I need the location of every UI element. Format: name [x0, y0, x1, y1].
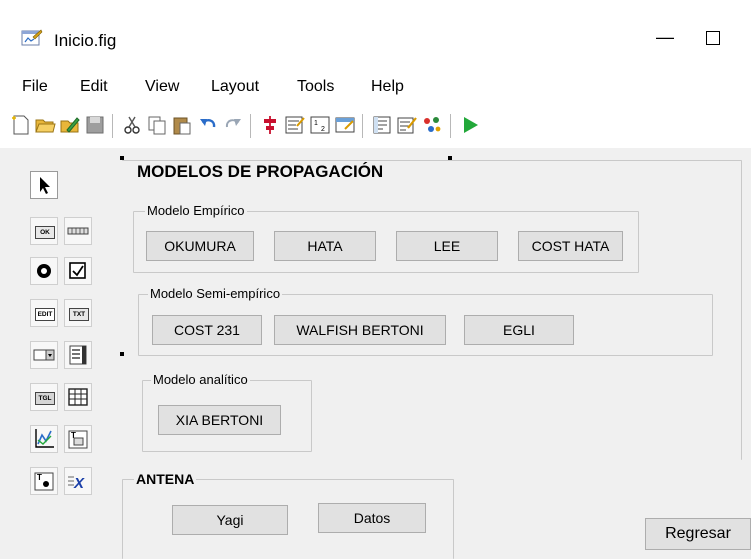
regresar-button[interactable]: Regresar — [645, 518, 751, 550]
cut-icon[interactable] — [121, 114, 143, 136]
maximize-icon — [706, 31, 720, 45]
menu-view[interactable]: View — [145, 78, 179, 96]
toolbar-separator — [112, 114, 113, 138]
editor-icon[interactable] — [371, 114, 393, 136]
menu-editor-icon[interactable] — [284, 114, 306, 136]
svg-text:X: X — [73, 475, 85, 492]
minimize-button[interactable]: — — [645, 22, 685, 52]
axes-tool-icon[interactable] — [30, 425, 58, 453]
popup-menu-tool-icon[interactable] — [30, 341, 58, 369]
walfish-bertoni-button[interactable]: WALFISH BERTONI — [274, 315, 446, 345]
toggle-button-tool-label: TGL — [35, 392, 55, 405]
edit-text-tool-label: EDIT — [35, 308, 55, 321]
checkbox-tool-icon[interactable] — [64, 257, 92, 285]
panel-tool-icon[interactable]: T — [64, 425, 92, 453]
selection-handle[interactable] — [120, 352, 124, 356]
undo-icon[interactable] — [197, 114, 219, 136]
hata-button[interactable]: HATA — [274, 231, 376, 261]
open-editor-icon[interactable] — [59, 114, 81, 136]
okumura-button[interactable]: OKUMURA — [146, 231, 254, 261]
toolbar-separator — [250, 114, 251, 138]
menu-bar: File Edit View Layout Tools Help — [0, 66, 751, 104]
cost-231-button[interactable]: COST 231 — [152, 315, 262, 345]
paste-icon[interactable] — [171, 114, 193, 136]
title-bar: Inicio.fig — — [0, 0, 751, 66]
xia-bertoni-button[interactable]: XIA BERTONI — [158, 405, 281, 435]
static-text-tool-label: TXT — [69, 308, 89, 321]
radio-button-tool-icon[interactable] — [30, 257, 58, 285]
datos-button[interactable]: Datos — [318, 503, 426, 533]
table-tool-icon[interactable] — [64, 383, 92, 411]
activex-tool-icon[interactable]: X — [64, 467, 92, 495]
antenna-panel-title: ANTENA — [134, 471, 197, 487]
menu-help[interactable]: Help — [371, 78, 404, 96]
open-folder-icon[interactable] — [34, 114, 56, 136]
menu-tools[interactable]: Tools — [297, 78, 334, 96]
select-tool-icon[interactable] — [30, 171, 58, 199]
component-palette: OK EDIT TXT TGL T T X — [0, 149, 109, 545]
static-text-tool-icon[interactable]: TXT — [64, 299, 92, 327]
toolbar: 12 — [0, 104, 751, 148]
toolbar-editor-icon[interactable] — [334, 114, 356, 136]
toolbar-separator — [362, 114, 363, 138]
lee-button[interactable]: LEE — [396, 231, 498, 261]
semi-empirical-model-title: Modelo Semi-empírico — [148, 286, 283, 301]
menu-layout[interactable]: Layout — [211, 78, 259, 96]
svg-text:1: 1 — [314, 120, 318, 127]
maximize-button[interactable] — [694, 22, 734, 52]
menu-edit[interactable]: Edit — [80, 78, 108, 96]
toolbar-separator — [450, 114, 451, 138]
selection-handle[interactable] — [448, 156, 452, 160]
selection-handle[interactable] — [120, 156, 124, 160]
copy-icon[interactable] — [146, 114, 168, 136]
align-icon[interactable] — [259, 114, 281, 136]
analytical-model-title: Modelo analítico — [151, 372, 250, 387]
egli-button[interactable]: EGLI — [464, 315, 574, 345]
property-inspector-icon[interactable] — [396, 114, 418, 136]
propagation-models-title: MODELOS DE PROPAGACIÓN — [135, 162, 386, 182]
object-browser-icon[interactable] — [421, 114, 443, 136]
redo-icon[interactable] — [222, 114, 244, 136]
run-icon[interactable] — [459, 114, 481, 136]
push-button-tool-label: OK — [35, 226, 55, 239]
save-icon[interactable] — [84, 114, 106, 136]
listbox-tool-icon[interactable] — [64, 341, 92, 369]
layout-canvas: MODELOS DE PROPAGACIÓN Modelo Empírico O… — [108, 149, 751, 559]
button-group-tool-icon[interactable]: T — [30, 467, 58, 495]
push-button-tool-icon[interactable]: OK — [30, 217, 58, 245]
matlab-guide-icon — [21, 28, 43, 48]
slider-tool-icon[interactable] — [64, 217, 92, 245]
new-file-icon[interactable] — [10, 114, 32, 136]
menu-file[interactable]: File — [22, 78, 48, 96]
window-title: Inicio.fig — [54, 31, 117, 50]
edit-text-tool-icon[interactable]: EDIT — [30, 299, 58, 327]
svg-text:2: 2 — [321, 126, 325, 133]
svg-text:T: T — [37, 473, 42, 482]
tab-order-icon[interactable]: 12 — [309, 114, 331, 136]
empirical-model-title: Modelo Empírico — [145, 203, 247, 218]
toggle-button-tool-icon[interactable]: TGL — [30, 383, 58, 411]
yagi-button[interactable]: Yagi — [172, 505, 288, 535]
cost-hata-button[interactable]: COST HATA — [518, 231, 623, 261]
